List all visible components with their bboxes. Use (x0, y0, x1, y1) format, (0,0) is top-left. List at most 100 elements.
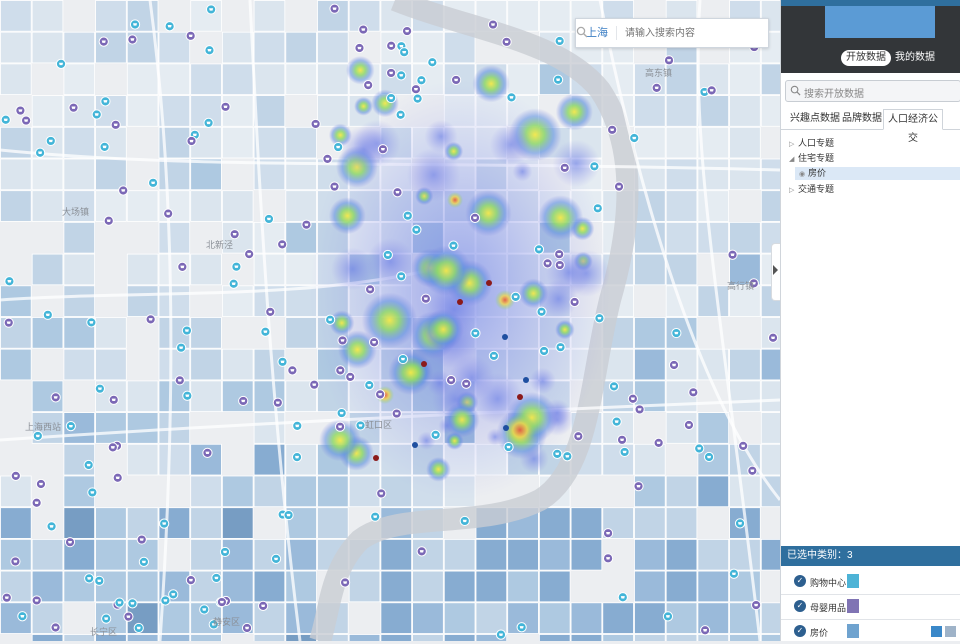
shopping-mall-marker[interactable] (160, 595, 171, 606)
shopping-mall-marker[interactable] (84, 573, 95, 584)
map-canvas[interactable] (0, 0, 780, 641)
mother-baby-marker[interactable] (747, 465, 758, 476)
shopping-mall-marker[interactable] (181, 325, 193, 336)
shopping-mall-marker[interactable] (470, 328, 481, 339)
mother-baby-marker[interactable] (21, 115, 32, 126)
mother-baby-marker[interactable] (287, 365, 298, 376)
shopping-mall-marker[interactable] (148, 177, 159, 188)
location-dot[interactable] (523, 377, 529, 383)
shopping-mall-marker[interactable] (211, 572, 222, 584)
shopping-mall-marker[interactable] (114, 597, 125, 608)
legend-row[interactable]: ✓ 母婴用品 (781, 595, 960, 620)
mother-baby-marker[interactable] (613, 181, 625, 192)
mother-baby-marker[interactable] (501, 36, 512, 47)
tab-brand-data[interactable]: 品牌数据 (841, 109, 883, 128)
shopping-mall-marker[interactable] (538, 345, 550, 357)
mother-baby-marker[interactable] (163, 208, 174, 219)
mother-baby-marker[interactable] (445, 375, 457, 386)
layer-icon[interactable] (931, 626, 942, 637)
mother-baby-marker[interactable] (202, 447, 213, 458)
mother-baby-marker[interactable] (186, 135, 197, 147)
mother-baby-marker[interactable] (607, 124, 618, 135)
shopping-mall-marker[interactable] (694, 443, 705, 454)
tab-my-data[interactable]: 我的数据 (895, 50, 935, 66)
mother-baby-marker[interactable] (683, 419, 695, 431)
shopping-mall-marker[interactable] (734, 518, 746, 529)
mother-baby-marker[interactable] (329, 181, 340, 192)
mother-baby-marker[interactable] (616, 434, 628, 445)
tab-poi-data[interactable]: 兴趣点数据 (789, 109, 841, 128)
shopping-mall-marker[interactable] (382, 249, 393, 261)
shopping-mall-marker[interactable] (263, 213, 275, 225)
mother-baby-marker[interactable] (653, 437, 664, 448)
shopping-mall-marker[interactable] (617, 592, 628, 603)
mother-baby-marker[interactable] (420, 293, 431, 304)
mother-baby-marker[interactable] (633, 481, 644, 492)
shopping-mall-marker[interactable] (55, 58, 67, 70)
mother-baby-marker[interactable] (107, 442, 118, 453)
mother-baby-marker[interactable] (376, 488, 387, 499)
mother-baby-marker[interactable] (354, 42, 365, 54)
map-view[interactable]: 大场镇 北新泾 高行镇 上海西站 虹口区 长宁区 静安区 高东镇 上海 (0, 0, 780, 641)
mother-baby-marker[interactable] (569, 296, 580, 308)
shopping-mall-marker[interactable] (619, 446, 630, 458)
mother-baby-marker[interactable] (375, 389, 386, 400)
shopping-mall-marker[interactable] (629, 132, 640, 144)
mother-baby-marker[interactable] (365, 284, 376, 295)
shopping-mall-marker[interactable] (611, 416, 622, 427)
mother-baby-marker[interactable] (1, 592, 12, 603)
mother-baby-marker[interactable] (706, 85, 717, 96)
location-dot[interactable] (503, 425, 509, 431)
mother-baby-marker[interactable] (265, 306, 276, 318)
mother-baby-marker[interactable] (174, 375, 185, 386)
mother-baby-marker[interactable] (559, 162, 570, 173)
shopping-mall-marker[interactable] (592, 203, 603, 214)
shopping-mall-marker[interactable] (176, 342, 187, 353)
location-dot[interactable] (373, 455, 379, 461)
mother-baby-marker[interactable] (688, 387, 699, 398)
shopping-mall-marker[interactable] (86, 317, 97, 328)
shopping-mall-marker[interactable] (99, 141, 110, 152)
shopping-mall-marker[interactable] (396, 271, 407, 282)
mother-baby-marker[interactable] (392, 187, 403, 198)
mother-baby-marker[interactable] (542, 258, 553, 269)
shopping-mall-marker[interactable] (412, 93, 423, 104)
mother-baby-marker[interactable] (35, 478, 47, 490)
mother-baby-marker[interactable] (329, 3, 340, 14)
shopping-mall-marker[interactable] (562, 451, 573, 462)
tab-population-economy[interactable]: 人口经济公交 (883, 109, 943, 144)
mother-baby-marker[interactable] (345, 371, 356, 382)
shopping-mall-marker[interactable] (260, 326, 271, 337)
tree-item-housing[interactable]: ◢ 住宅专题 (789, 152, 834, 165)
mother-baby-marker[interactable] (334, 421, 346, 432)
mother-baby-marker[interactable] (634, 404, 645, 415)
mother-baby-marker[interactable] (368, 337, 380, 348)
mother-baby-marker[interactable] (602, 528, 614, 539)
search-icon[interactable] (576, 26, 588, 38)
shopping-mall-marker[interactable] (100, 96, 111, 107)
mother-baby-marker[interactable] (310, 118, 321, 130)
mother-baby-marker[interactable] (627, 393, 638, 404)
shopping-mall-marker[interactable] (277, 356, 288, 367)
shopping-mall-marker[interactable] (662, 611, 674, 622)
shopping-mall-marker[interactable] (402, 210, 413, 221)
shopping-mall-marker[interactable] (228, 278, 239, 289)
mother-baby-marker[interactable] (410, 84, 422, 95)
mother-baby-marker[interactable] (238, 395, 249, 407)
mother-baby-marker[interactable] (751, 599, 762, 611)
shopping-mall-marker[interactable] (703, 451, 715, 463)
shopping-mall-marker[interactable] (589, 161, 600, 172)
mother-baby-marker[interactable] (767, 332, 779, 343)
shopping-mall-marker[interactable] (94, 575, 105, 586)
location-dot[interactable] (421, 361, 427, 367)
mother-baby-marker[interactable] (487, 19, 499, 30)
mother-baby-marker[interactable] (358, 24, 369, 35)
mother-baby-marker[interactable] (573, 431, 584, 442)
mother-baby-marker[interactable] (469, 212, 481, 223)
mother-baby-marker[interactable] (554, 249, 565, 260)
mother-baby-marker[interactable] (554, 259, 565, 271)
shopping-mall-marker[interactable] (396, 70, 407, 81)
mother-baby-marker[interactable] (216, 596, 228, 608)
mother-baby-marker[interactable] (322, 153, 333, 165)
shopping-mall-marker[interactable] (510, 291, 521, 302)
